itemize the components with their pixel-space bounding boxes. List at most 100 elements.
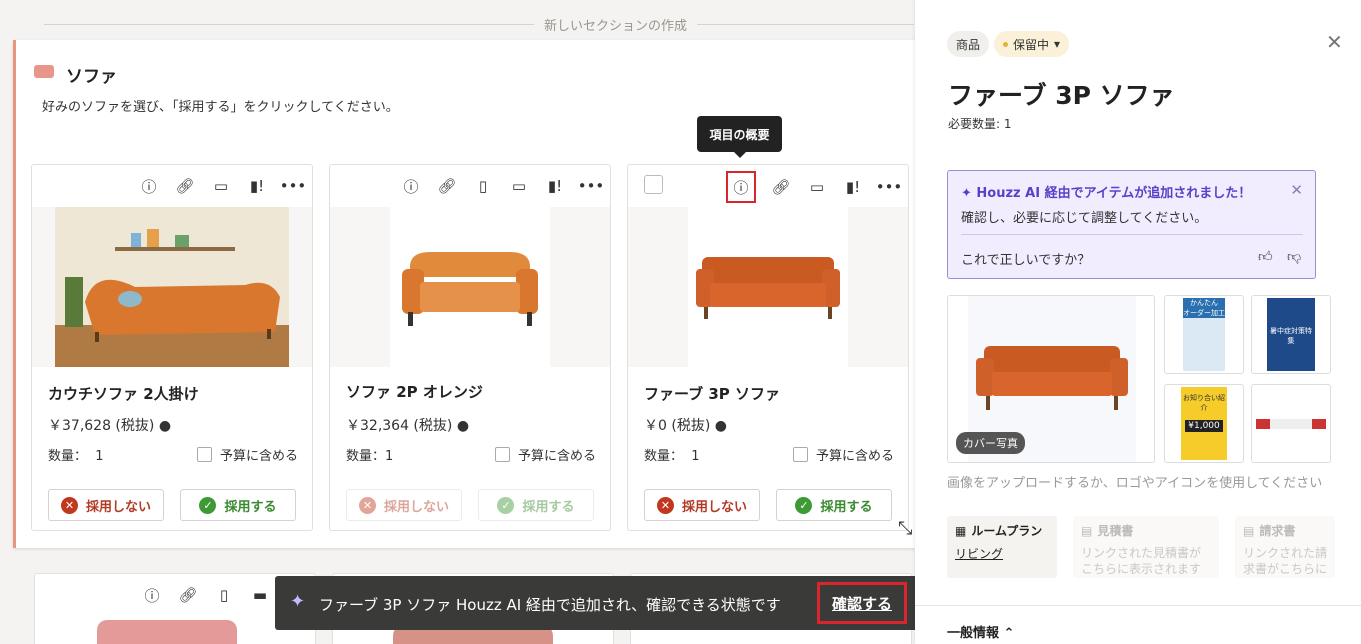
thumb-line2: 暑中症対策特集 xyxy=(1270,327,1312,345)
section-description: 好みのソファを選び、「採用する」をクリックしてください。 xyxy=(42,100,399,115)
product-name[interactable]: カウチソファ 2人掛け xyxy=(48,383,199,404)
thumbs-up-icon[interactable]: 👍︎ xyxy=(1258,248,1273,265)
product-card-row2-1[interactable]: ⓘ 🔗︎ ▯ ▬ ▮! xyxy=(34,573,316,644)
product-price: ￥0 (税抜) ● xyxy=(644,415,727,435)
price-info-icon[interactable]: ● xyxy=(457,418,469,434)
more-icon[interactable]: ••• xyxy=(876,176,903,198)
sparkle-icon: ✦ xyxy=(290,591,306,612)
ai-added-toast: ✦ ファーブ 3P ソファ Houzz AI 経由で追加され、確認できる状態です… xyxy=(275,576,983,630)
more-icon[interactable]: ••• xyxy=(578,175,605,197)
budget-toggle[interactable]: 予算に含める xyxy=(792,445,894,464)
compare-icon[interactable]: ▮! xyxy=(246,175,268,197)
accept-button[interactable]: ✓ 採用する xyxy=(478,489,594,521)
new-section-label[interactable]: 新しいセクションの作成 xyxy=(534,15,698,34)
compare-icon[interactable]: ▮! xyxy=(544,175,566,197)
reject-label: 採用しない xyxy=(85,499,151,515)
info-icon[interactable]: ⓘ xyxy=(138,175,160,197)
resize-handle-icon[interactable]: ⤡ xyxy=(898,518,912,539)
budget-checkbox[interactable] xyxy=(792,447,808,462)
tab-invoice[interactable]: ▤ 請求書 リンクされた請求書がこちらに表示されます xyxy=(1235,516,1335,578)
comment-icon[interactable]: ▬ xyxy=(249,584,271,606)
required-quantity: 必要数量: 1 xyxy=(948,117,1012,131)
tab-estimate[interactable]: ▤ 見積書 リンクされた見積書がこちらに表示されます xyxy=(1073,516,1219,578)
item-title[interactable]: ファーブ 3P ソファ xyxy=(948,76,1175,112)
cover-photo[interactable]: カバー写真 xyxy=(947,295,1155,463)
product-name[interactable]: ソファ 2P オレンジ xyxy=(346,381,483,402)
thumbnail-4[interactable] xyxy=(1251,384,1331,463)
qty-value[interactable]: 1 xyxy=(95,449,103,464)
tab-header: ▤ 請求書 xyxy=(1243,522,1327,539)
qty-label: 数量： xyxy=(644,449,684,464)
price-info-icon[interactable]: ● xyxy=(715,418,727,434)
accept-button[interactable]: ✓ 採用する xyxy=(180,489,296,521)
accept-label: 採用する xyxy=(224,499,277,515)
thumbnail-1[interactable]: かんたん オーダー加工 xyxy=(1164,295,1244,374)
status-dropdown[interactable]: 保留中 ▾ xyxy=(994,31,1070,57)
price-info-icon[interactable]: ● xyxy=(159,418,171,434)
panel-close-icon[interactable]: ✕ xyxy=(1326,30,1343,54)
product-card-1[interactable]: ⓘ 🔗︎ ▭ ▮! ••• カウチソファ 2人掛け ￥37,628 (税抜) ●… xyxy=(31,164,313,531)
tab-header: ▦ ルームプラン xyxy=(955,522,1049,539)
document-icon[interactable]: ▯ xyxy=(213,584,235,606)
budget-checkbox[interactable] xyxy=(494,447,510,462)
confirm-button[interactable]: 確認する xyxy=(817,582,907,624)
thumbs-down-icon[interactable]: 👎︎ xyxy=(1287,248,1301,265)
select-checkbox[interactable] xyxy=(644,175,663,194)
budget-toggle[interactable]: 予算に含める xyxy=(494,445,596,464)
product-image[interactable] xyxy=(330,207,610,367)
product-image[interactable] xyxy=(628,207,908,367)
qty-value[interactable]: 1 xyxy=(385,449,393,464)
link-icon[interactable]: 🔗︎ xyxy=(177,584,199,606)
reject-button[interactable]: ✕ 採用しない xyxy=(644,489,760,521)
caret-down-icon: ▾ xyxy=(1054,37,1061,51)
item-type-tag: 商品 xyxy=(947,31,990,57)
quantity: 数量： 1 xyxy=(644,445,700,464)
accept-button[interactable]: ✓ 採用する xyxy=(776,489,892,521)
thumbnail-3[interactable]: お知り合い紹介 ¥1,000 xyxy=(1164,384,1244,463)
product-name[interactable]: ファーブ 3P ソファ xyxy=(644,383,780,404)
comment-icon[interactable]: ▭ xyxy=(508,175,530,197)
link-icon[interactable]: 🔗︎ xyxy=(770,176,792,198)
reject-button[interactable]: ✕ 採用しない xyxy=(48,489,164,521)
info-icon[interactable]: ⓘ xyxy=(400,175,422,197)
budget-toggle[interactable]: 予算に含める xyxy=(196,445,298,464)
qty-value[interactable]: 1 xyxy=(691,449,699,464)
ai-notice-close-icon[interactable]: ✕ xyxy=(1290,181,1303,199)
thumb-line2: ¥1,000 xyxy=(1185,420,1223,432)
thumb-line1: かんたん xyxy=(1190,299,1218,307)
reject-button[interactable]: ✕ 採用しない xyxy=(346,489,462,521)
section-color-swatch[interactable] xyxy=(34,65,54,78)
compare-icon[interactable]: ▮! xyxy=(842,176,864,198)
sofa-2p-photo xyxy=(390,207,550,367)
card-toolbar: ⓘ 🔗︎ ▯ ▭ ▮! ••• xyxy=(400,175,605,197)
room-link[interactable]: リビング xyxy=(955,545,1049,562)
product-card-3[interactable]: ⓘ 🔗︎ ▭ ▮! ••• ファーブ 3P ソファ ￥0 (税抜) ● 数量： … xyxy=(627,164,909,531)
document-icon[interactable]: ▯ xyxy=(472,175,494,197)
tab-room-plan[interactable]: ▦ ルームプラン リビング xyxy=(947,516,1057,578)
comment-icon[interactable]: ▭ xyxy=(210,175,232,197)
price-value: ￥37,628 (税抜) xyxy=(48,418,155,434)
budget-checkbox[interactable] xyxy=(196,447,212,462)
price-value: ￥32,364 (税抜) xyxy=(346,418,453,434)
product-image[interactable] xyxy=(32,207,312,367)
sparkle-icon: ✦ xyxy=(961,186,977,201)
general-info-toggle[interactable]: 一般情報 ⌃ xyxy=(947,622,1014,641)
thumbnail-2[interactable]: 暑中症対策特集 xyxy=(1251,295,1331,374)
link-icon[interactable]: 🔗︎ xyxy=(174,175,196,197)
thumb-heading: かんたん オーダー加工 xyxy=(1183,298,1225,318)
x-circle-icon: ✕ xyxy=(60,496,78,514)
info-icon[interactable]: ⓘ xyxy=(726,171,756,203)
product-price: ￥32,364 (税抜) ● xyxy=(346,415,469,435)
cover-photo-badge: カバー写真 xyxy=(956,432,1025,454)
link-icon[interactable]: 🔗︎ xyxy=(436,175,458,197)
comment-icon[interactable]: ▭ xyxy=(806,176,828,198)
new-section-divider[interactable]: 新しいセクションの作成 xyxy=(44,14,914,34)
price-value: ￥0 (税抜) xyxy=(644,418,711,434)
accept-label: 採用する xyxy=(522,499,575,515)
info-icon[interactable]: ⓘ xyxy=(141,584,163,606)
more-icon[interactable]: ••• xyxy=(280,175,307,197)
ai-notice: ✦ Houzz AI 経由でアイテムが追加されました！ ✕ 確認し、必要に応じて… xyxy=(947,170,1316,279)
ai-notice-title: ✦ Houzz AI 経由でアイテムが追加されました！ xyxy=(961,182,1251,201)
product-card-2[interactable]: ⓘ 🔗︎ ▯ ▭ ▮! ••• ソファ 2P オレンジ ￥32,364 (税抜)… xyxy=(329,164,611,531)
room-plan-icon: ▦ xyxy=(955,523,967,538)
